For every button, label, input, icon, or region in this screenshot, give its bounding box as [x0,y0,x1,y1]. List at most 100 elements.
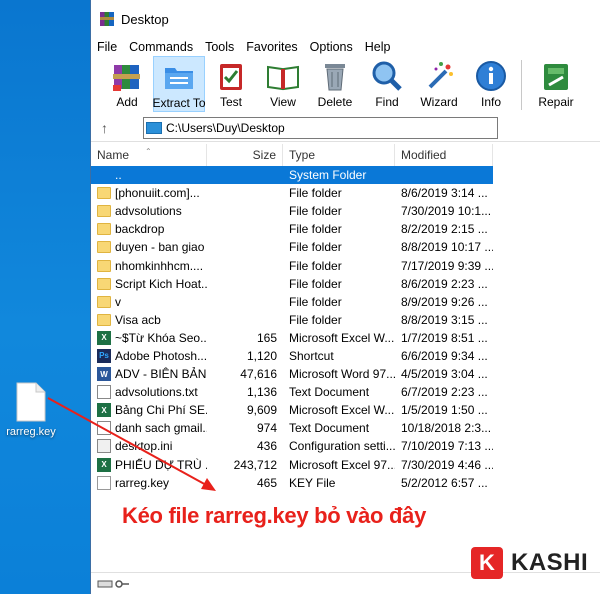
file-row[interactable]: .. System Folder [91,166,493,185]
excel-file-icon: X [97,403,111,418]
address-path: C:\Users\Duy\Desktop [166,120,285,135]
delete-label: Delete [317,95,353,109]
column-modified[interactable]: Modified [395,144,493,166]
delete-button[interactable]: Delete [309,56,361,112]
file-row[interactable]: rarreg.key 465 KEY File 5/2/2012 6:57 ... [91,474,493,492]
repair-button[interactable]: Repair [530,56,582,112]
desktop-icon-label: rarreg.key [6,426,56,438]
file-name: PHIẾU DỰ TRÙ ... [115,457,207,472]
file-row[interactable]: danh sach gmail... 974 Text Document 10/18/… [91,419,493,437]
file-modified: 1/7/2019 8:51 ... [401,330,488,345]
file-name: duyen - ban giao [115,240,205,255]
file-name-cell: v [91,295,207,309]
view-book-icon [267,65,299,91]
repair-label: Repair [538,95,574,109]
file-type: KEY File [289,475,336,490]
file-name: .. [115,168,122,183]
menu-commands[interactable]: Commands [129,40,193,54]
add-button[interactable]: Add [101,56,153,112]
magnifier-icon [372,61,402,91]
file-row[interactable]: W ADV - BIÊN BẢN... 47,616 Microsoft Word 9… [91,365,493,383]
file-name: rarreg.key [115,475,170,490]
text-file-icon [97,385,111,400]
file-row[interactable]: X ~$Từ Khóa Seo.... 165 Microsoft Excel W..… [91,329,493,347]
file-row[interactable]: Visa acb File folder 8/8/2019 3:15 ... [91,311,493,329]
excel-file-icon: X [97,330,111,345]
file-row[interactable]: backdrop File folder 8/2/2019 2:15 ... [91,220,493,238]
file-row[interactable]: Script Kich Hoat... File folder 8/6/2019 2… [91,275,493,293]
menu-help[interactable]: Help [365,40,391,54]
parent-folder-icon [97,168,111,183]
file-name: v [115,294,121,309]
folder-icon [97,241,111,254]
view-button[interactable]: View [257,56,309,112]
file-modified: 8/2/2019 2:15 ... [401,222,488,237]
file-modified: 7/30/2019 10:1... [401,204,492,219]
drive-icon [146,121,162,134]
extract-to-label: Extract To [152,96,206,110]
file-type: Microsoft Excel W... [289,330,395,345]
menu-tools[interactable]: Tools [205,40,234,54]
add-archive-icon [113,65,140,91]
file-type: File folder [289,222,342,237]
sort-ascending-icon: ⌃ [145,147,152,156]
config-file-icon [97,439,111,454]
info-button[interactable]: Info [465,56,517,112]
file-row[interactable]: desktop.ini 436 Configuration setti... 7/10… [91,437,493,455]
column-type[interactable]: Type [283,144,395,166]
menu-options[interactable]: Options [310,40,353,54]
file-name-cell: [phonuiit.com]... [91,186,207,200]
desktop-icon-rarreg-key[interactable]: rarreg.key [2,382,60,438]
file-row[interactable]: nhomkinhhcm.... File folder 7/17/2019 9:39… [91,256,493,274]
column-size[interactable]: Size [207,144,283,166]
menu-file[interactable]: File [97,40,117,54]
kashi-brand-name: KASHI [511,549,589,576]
file-modified: 5/2/2012 6:57 ... [401,475,488,490]
file-row[interactable]: X PHIẾU DỰ TRÙ ... 243,712 Microsoft Excel … [91,456,493,474]
file-size: 436 [256,439,277,454]
file-modified: 10/18/2018 2:3... [401,421,492,436]
file-row[interactable]: X Bảng Chi Phí SE... 9,609 Microsoft Excel … [91,401,493,419]
file-name: ~$Từ Khóa Seo.... [115,330,207,345]
column-name[interactable]: ⌃ Name [91,144,207,166]
file-list: ⌃ Name Size Type Modified .. System Folde… [91,144,493,492]
file-name-cell: desktop.ini [91,439,207,454]
file-row[interactable]: [phonuiit.com]... File folder 8/6/2019 3:1… [91,184,493,202]
file-name: desktop.ini [115,439,173,454]
file-type: Text Document [289,421,370,436]
file-row[interactable]: v File folder 8/9/2019 9:26 ... [91,293,493,311]
menu-favorites[interactable]: Favorites [246,40,297,54]
file-type: File folder [289,204,342,219]
file-name: Bảng Chi Phí SE... [115,403,207,418]
repair-kit-icon [544,64,568,90]
file-name-cell: rarreg.key [91,475,207,490]
file-row[interactable]: Ps Adobe Photosh... 1,120 Shortcut 6/6/2019 … [91,347,493,365]
file-name-cell: nhomkinhhcm.... [91,259,207,273]
file-row[interactable]: duyen - ban giao File folder 8/8/2019 10:1… [91,238,493,256]
file-modified: 7/30/2019 4:46 ... [401,457,493,472]
file-name: advsolutions [115,204,182,219]
wizard-button[interactable]: Wizard [413,56,465,112]
magic-wand-icon [428,62,453,89]
file-row[interactable]: advsolutions File folder 7/30/2019 10:1... [91,202,493,220]
toolbar-separator [521,60,522,110]
file-type: File folder [289,258,342,273]
word-file-icon: W [97,367,111,382]
extract-to-button[interactable]: Extract To [152,56,206,112]
excel-file-icon: X [97,457,111,472]
instruction-annotation: Kéo file rarreg.key bỏ vào đây [122,503,427,528]
file-modified: 7/10/2019 7:13 ... [401,439,493,454]
menu-bar: File Commands Tools Favorites Options He… [91,38,600,56]
file-name-cell: advsolutions [91,204,207,218]
file-name-cell: advsolutions.txt [91,385,207,400]
file-row[interactable]: advsolutions.txt 1,136 Text Document 6/7/20… [91,383,493,401]
address-field[interactable]: C:\Users\Duy\Desktop [143,116,498,139]
test-button[interactable]: Test [205,56,257,112]
file-name-cell: Script Kich Hoat... [91,277,207,291]
file-modified: 7/17/2019 9:39 ... [401,258,493,273]
test-clipboard-icon [220,64,242,90]
file-size: 974 [256,421,277,436]
up-folder-button[interactable]: ↑ [101,120,123,136]
file-size: 1,136 [246,385,277,400]
find-button[interactable]: Find [361,56,413,112]
